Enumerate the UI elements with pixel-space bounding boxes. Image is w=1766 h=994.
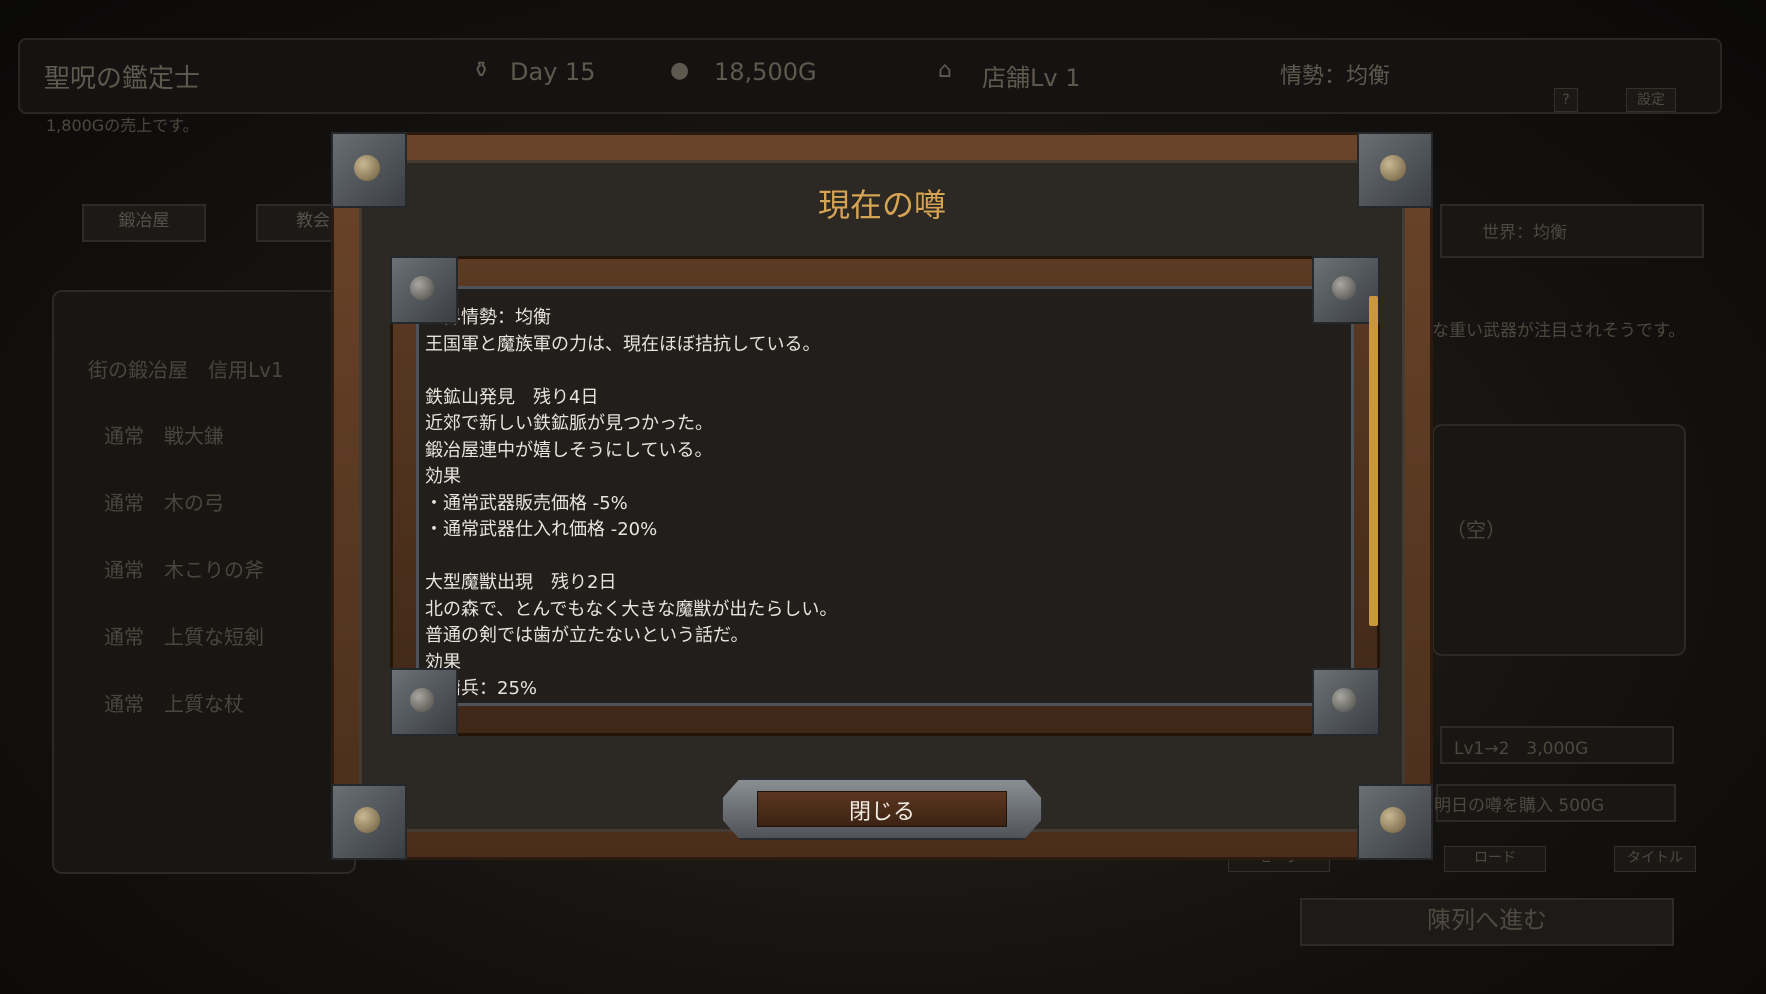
rumor-line: 北の森で、とんでもなく大きな魔獣が出たらしい。 xyxy=(425,598,838,620)
rivet-icon xyxy=(1357,784,1433,860)
tab-blacksmith[interactable]: 鍛冶屋 xyxy=(82,204,206,242)
rumor-line: 大型魔獣出現 残り2日 xyxy=(425,572,617,593)
rumor-hint: な重い武器が注目されそうです。 xyxy=(1432,321,1686,341)
close-button-label: 閉じる xyxy=(848,800,915,825)
rumor-line: 効果 xyxy=(425,651,461,673)
rumor-line: 世界情勢：均衡 xyxy=(425,307,551,328)
list-item[interactable]: 通常 木の弓 xyxy=(104,487,224,516)
modal-title: 現在の噂 xyxy=(817,186,946,224)
rumor-text: 世界情勢：均衡王国軍と魔族軍の力は、現在ほぼ拮抗している。 鉄鉱山発見 残り4日… xyxy=(425,305,1325,703)
empty-slot-label: （空） xyxy=(1446,518,1506,542)
world-status: 世界：均衡 xyxy=(1482,223,1567,243)
rumor-line: ・通常武器仕入れ価格 -20% xyxy=(425,519,658,540)
rumor-line: 効果 xyxy=(425,466,461,487)
rivet-icon xyxy=(331,784,407,860)
rumor-line: ・傭兵：25% xyxy=(425,678,538,699)
rumor-line xyxy=(425,358,1325,385)
rivet-icon xyxy=(1312,668,1380,736)
trust-level: 信用Lv1 xyxy=(208,358,284,382)
shop-name: 街の鍛冶屋 信用Lv1 xyxy=(88,358,284,382)
settings-button[interactable]: 設定 xyxy=(1626,88,1676,112)
list-item[interactable]: 通常 戦大鎌 xyxy=(104,420,224,449)
scroll-icon: ⚱ xyxy=(472,58,491,83)
buy-rumor-label: 明日の噂を購入 500G xyxy=(1434,796,1605,816)
gold-amount: 18,500G xyxy=(714,58,817,86)
shop-level: 店舗Lv 1 xyxy=(982,64,1081,92)
game-title: 聖呪の鑑定士 xyxy=(44,64,201,94)
rumor-line xyxy=(425,544,1325,571)
rumor-line: 普通の剣では歯が立たないという話だ。 xyxy=(425,625,749,646)
day-counter: Day 15 xyxy=(510,58,596,86)
rumor-line: 鍛冶屋連中が嬉しそうにしている。 xyxy=(425,439,713,461)
coin-icon: ● xyxy=(670,58,690,83)
title-button[interactable]: タイトル xyxy=(1614,846,1696,872)
list-item[interactable]: 通常 上質な杖 xyxy=(104,688,244,717)
rumor-modal: 現在の噂 世界情勢：均衡王国軍と魔族軍の力は、現在ほぼ拮抗している。 鉄鉱山発見… xyxy=(331,132,1433,860)
rumor-line: 鉄鉱山発見 残り4日 xyxy=(425,386,599,408)
advance-button[interactable]: 陳列へ進む xyxy=(1300,898,1674,946)
rivet-icon xyxy=(390,256,458,324)
shop-icon: ⌂ xyxy=(938,58,952,83)
world-box xyxy=(1440,204,1704,258)
rumor-scroll-area[interactable]: 世界情勢：均衡王国軍と魔族軍の力は、現在ほぼ拮抗している。 鉄鉱山発見 残り4日… xyxy=(416,286,1354,706)
scrollbar[interactable] xyxy=(1369,296,1378,626)
rumor-line: 王国軍と魔族軍の力は、現在ほぼ拮抗している。 xyxy=(425,333,821,355)
rumor-line: 近郊で新しい鉄鉱脈が見つかった。 xyxy=(425,413,713,434)
list-item[interactable]: 通常 木こりの斧 xyxy=(104,554,264,583)
rivet-icon xyxy=(390,668,458,736)
top-bar: 聖呪の鑑定士 ⚱ Day 15 ● 18,500G ⌂ 店舗Lv 1 情勢：均衡 xyxy=(18,38,1722,114)
status-message: 1,800Gの売上です。 xyxy=(46,116,199,135)
rumor-board: 世界情勢：均衡王国軍と魔族軍の力は、現在ほぼ拮抗している。 鉄鉱山発見 残り4日… xyxy=(390,256,1380,736)
rumor-line: ・通常武器販売価格 -5% xyxy=(425,492,628,514)
help-button[interactable]: ? xyxy=(1554,88,1578,112)
upgrade-label: Lv1→2 3,000G xyxy=(1454,739,1589,759)
close-button[interactable]: 閉じる xyxy=(721,778,1043,840)
list-item[interactable]: 通常 上質な短剣 xyxy=(104,621,264,650)
load-button[interactable]: ロード xyxy=(1444,846,1546,872)
situation: 情勢：均衡 xyxy=(1280,64,1391,89)
